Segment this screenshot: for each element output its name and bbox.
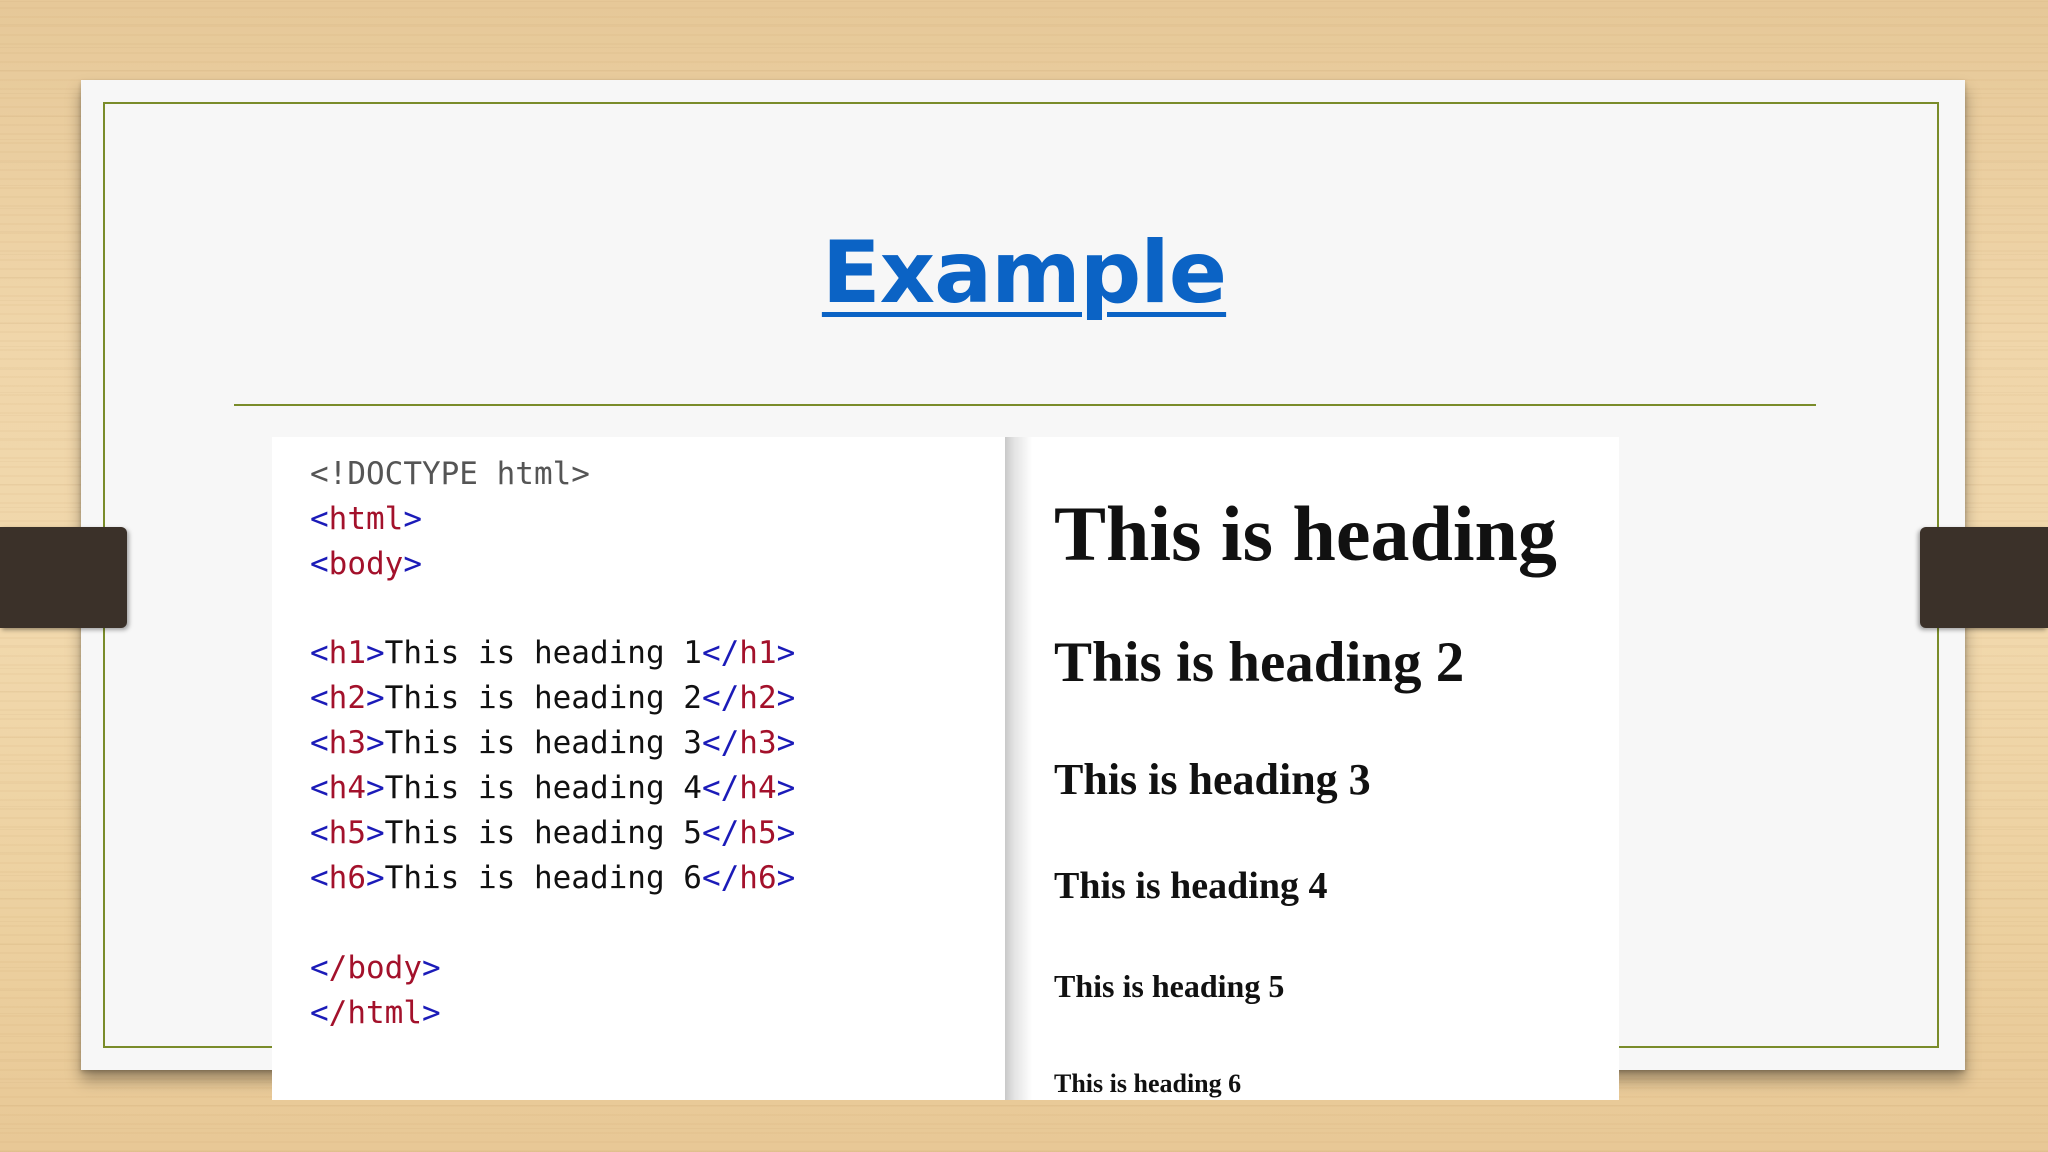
rendered-h2: This is heading 2	[1054, 631, 1465, 694]
rendered-h6: This is heading 6	[1054, 1069, 1242, 1098]
code-line-h2: <h2>This is heading 2</h2>	[310, 680, 796, 716]
code-body-close: </body>	[310, 950, 441, 986]
panel-divider	[1005, 437, 1032, 1100]
code-line-h3: <h3>This is heading 3</h3>	[310, 725, 796, 761]
rendered-h3: This is heading 3	[1054, 755, 1371, 804]
code-html-open: <html>	[310, 501, 422, 537]
code-html-close: </html>	[310, 995, 441, 1031]
code-line-h1: <h1>This is heading 1</h1>	[310, 635, 796, 671]
code-body-open: <body>	[310, 546, 422, 582]
code-line-h6: <h6>This is heading 6</h6>	[310, 860, 796, 896]
slide-title: Example	[821, 223, 1227, 323]
code-doctype: <!DOCTYPE html>	[310, 456, 590, 492]
rendered-h4: This is heading 4	[1054, 865, 1328, 907]
binder-clip-left	[0, 527, 127, 628]
rendered-h5: This is heading 5	[1054, 968, 1285, 1004]
code-line-h4: <h4>This is heading 4</h4>	[310, 770, 796, 806]
code-line-h5: <h5>This is heading 5</h5>	[310, 815, 796, 851]
rendered-output: This is heading This is heading 2 This i…	[1032, 437, 1619, 1100]
code-screenshot: <!DOCTYPE html> <html> <body> <h1>This i…	[272, 437, 1005, 1100]
binder-clip-right	[1920, 527, 2048, 628]
title-divider	[234, 404, 1816, 406]
rendered-h1: This is heading	[1054, 490, 1557, 577]
